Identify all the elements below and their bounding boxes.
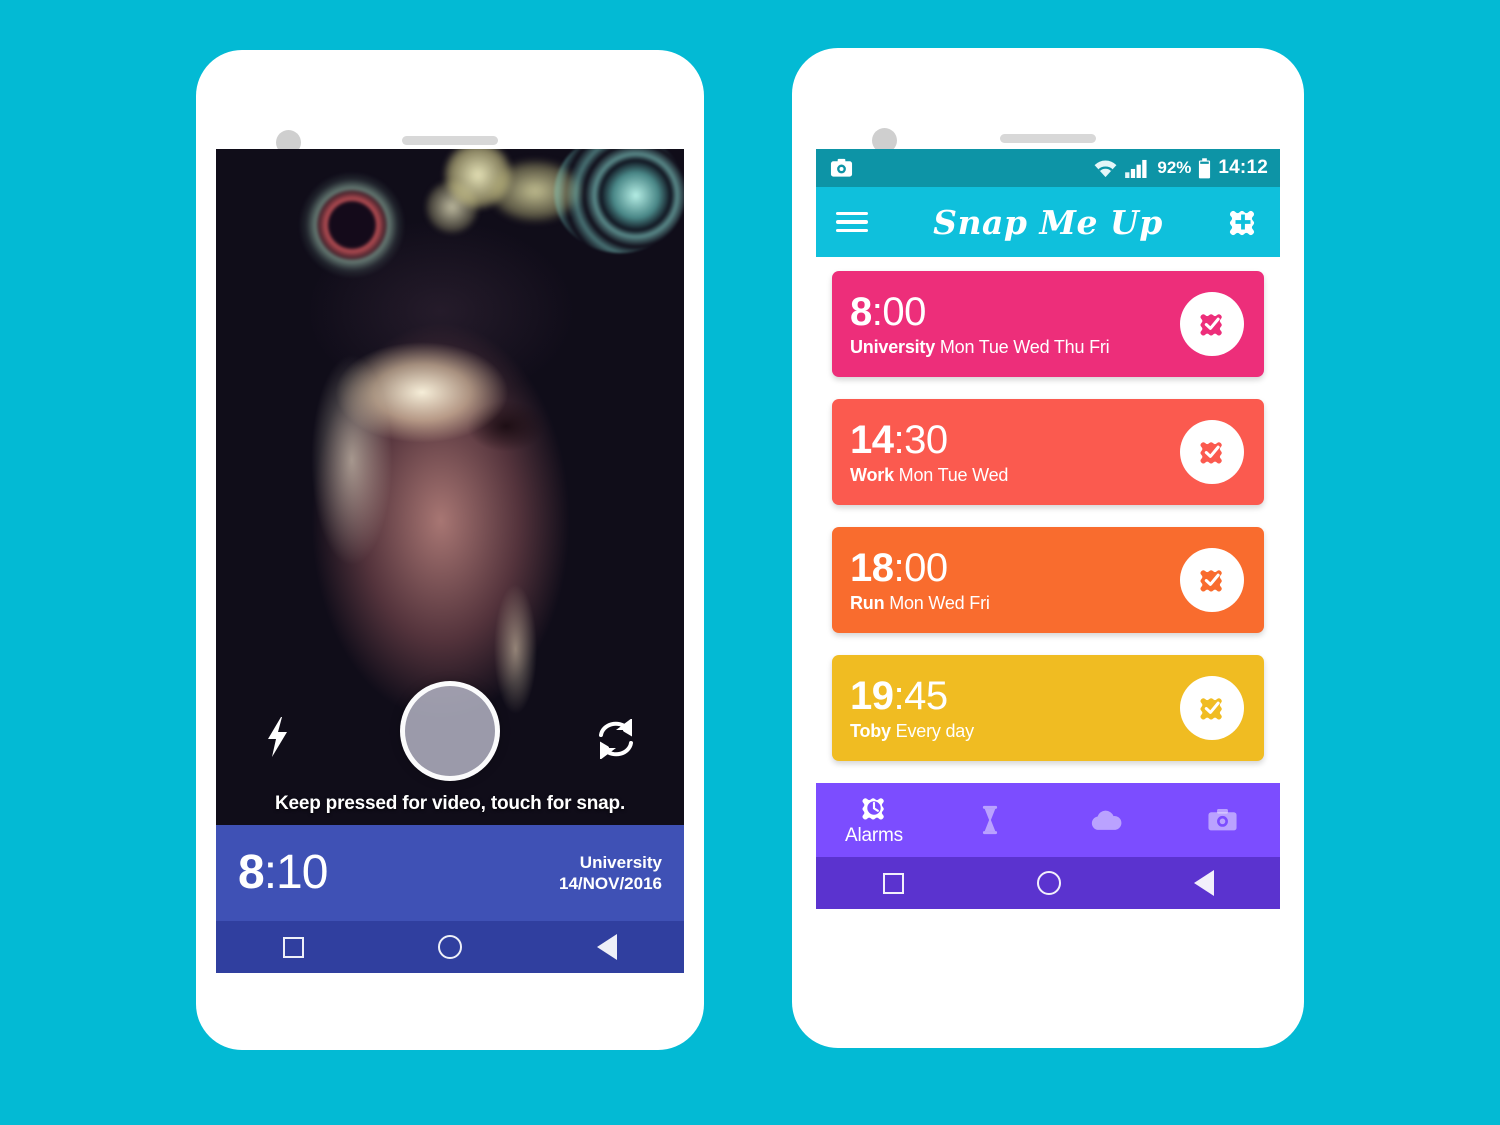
alarm-check-icon bbox=[1200, 314, 1222, 336]
home-circle-icon[interactable] bbox=[1036, 871, 1061, 895]
recents-square-icon[interactable] bbox=[283, 936, 305, 958]
flip-camera-icon[interactable] bbox=[594, 719, 638, 759]
alarm-days: Mon Wed Fri bbox=[884, 592, 990, 613]
app-title: Snap Me Up bbox=[933, 202, 1163, 242]
alarm-list: 8:00 University Mon Tue Wed Thu Fri 14:30 W… bbox=[816, 257, 1280, 761]
status-indicators: 92% 14:12 bbox=[1093, 157, 1268, 179]
tab-alarms[interactable]: Alarms bbox=[816, 793, 932, 847]
next-alarm-date: 14/NOV/2016 bbox=[558, 874, 662, 893]
alarm-toggle[interactable] bbox=[1180, 676, 1244, 740]
battery-percent-label: 92% bbox=[1157, 158, 1192, 177]
screen-left: Keep pressed for video, touch for snap. … bbox=[216, 149, 684, 973]
status-clock: 14:12 bbox=[1218, 157, 1268, 178]
alarm-separator: : bbox=[871, 289, 883, 334]
alarm-check-icon bbox=[1200, 570, 1222, 592]
alarm-minute: 00 bbox=[904, 545, 948, 590]
next-alarm-label: University bbox=[579, 852, 662, 872]
alarm-toggle[interactable] bbox=[1180, 548, 1244, 612]
tab-hourglass[interactable] bbox=[932, 805, 1048, 835]
earpiece-speaker bbox=[402, 136, 498, 145]
alarm-label: Work bbox=[850, 464, 894, 485]
camera-controls: Keep pressed for video, touch for snap. bbox=[216, 675, 684, 825]
next-alarm-time: 8:10 bbox=[238, 846, 328, 899]
home-circle-icon[interactable] bbox=[438, 935, 463, 959]
earpiece-speaker bbox=[1000, 134, 1096, 143]
phone-mockup-right: 92% 14:12 Snap Me Up 8:00 University Mon… bbox=[792, 48, 1304, 1048]
alarm-toggle[interactable] bbox=[1180, 292, 1244, 356]
alarm-days: Mon Tue Wed bbox=[893, 464, 1009, 485]
alarm-separator: : bbox=[893, 417, 905, 462]
next-alarm-minute: 10 bbox=[276, 846, 328, 899]
bokeh-light-red bbox=[298, 171, 406, 279]
next-alarm-bar: 8:10 University 14/NOV/2016 bbox=[216, 825, 684, 921]
alarm-minute: 45 bbox=[904, 673, 948, 718]
next-alarm-meta: University 14/NOV/2016 bbox=[559, 852, 662, 895]
flash-icon[interactable] bbox=[266, 717, 288, 757]
alarm-label: Run bbox=[850, 592, 885, 613]
alarm-card[interactable]: 18:00 Run Mon Wed Fri bbox=[832, 527, 1264, 633]
alarm-toggle[interactable] bbox=[1180, 420, 1244, 484]
camera-notification-icon bbox=[830, 158, 853, 178]
android-navbar-left bbox=[216, 921, 684, 973]
battery-icon bbox=[1198, 157, 1211, 179]
alarm-hour: 14 bbox=[850, 417, 894, 462]
android-status-bar: 92% 14:12 bbox=[816, 149, 1280, 187]
add-alarm-icon[interactable] bbox=[1226, 205, 1260, 239]
tab-label: Alarms bbox=[845, 825, 903, 846]
camera-hint-text: Keep pressed for video, touch for snap. bbox=[274, 793, 626, 814]
alarm-label: University bbox=[850, 336, 936, 357]
camera-icon bbox=[1207, 808, 1237, 832]
alarm-days: Every day bbox=[890, 720, 974, 741]
tab-camera[interactable] bbox=[1164, 808, 1280, 832]
alarm-separator: : bbox=[893, 545, 905, 590]
android-navbar-right bbox=[816, 857, 1280, 909]
alarm-check-icon bbox=[1200, 698, 1222, 720]
alarm-label: Toby bbox=[850, 720, 891, 741]
alarm-card[interactable]: 8:00 University Mon Tue Wed Thu Fri bbox=[832, 271, 1264, 377]
next-alarm-sep: : bbox=[263, 846, 277, 899]
alarm-minute: 00 bbox=[882, 289, 926, 334]
alarm-card[interactable]: 14:30 Work Mon Tue Wed bbox=[832, 399, 1264, 505]
alarm-days: Mon Tue Wed Thu Fri bbox=[935, 336, 1110, 357]
hamburger-menu-icon[interactable] bbox=[836, 207, 868, 238]
next-alarm-hour: 8 bbox=[238, 846, 265, 899]
phone-mockup-left: Keep pressed for video, touch for snap. … bbox=[196, 50, 704, 1050]
recents-square-icon[interactable] bbox=[882, 872, 904, 894]
alarm-hour: 8 bbox=[850, 289, 872, 334]
hourglass-icon bbox=[979, 805, 1001, 835]
camera-viewfinder[interactable]: Keep pressed for video, touch for snap. bbox=[216, 149, 684, 825]
screenshot-canvas: Keep pressed for video, touch for snap. … bbox=[0, 0, 1500, 1125]
alarm-card[interactable]: 19:45 Toby Every day bbox=[832, 655, 1264, 761]
app-bar: Snap Me Up bbox=[816, 187, 1280, 257]
bottom-tab-bar: Alarms bbox=[816, 783, 1280, 857]
alarm-separator: : bbox=[893, 673, 905, 718]
cloud-icon bbox=[1089, 808, 1123, 832]
shutter-button[interactable] bbox=[400, 681, 500, 781]
alarm-clock-icon bbox=[859, 793, 889, 823]
alarm-hour: 19 bbox=[850, 673, 894, 718]
screen-right: 92% 14:12 Snap Me Up 8:00 University Mon… bbox=[816, 149, 1280, 971]
alarm-minute: 30 bbox=[904, 417, 948, 462]
back-triangle-icon[interactable] bbox=[596, 934, 617, 960]
cellular-signal-icon bbox=[1125, 159, 1150, 178]
tab-cloud[interactable] bbox=[1048, 808, 1164, 832]
alarm-check-icon bbox=[1200, 442, 1222, 464]
back-triangle-icon[interactable] bbox=[1193, 870, 1214, 896]
alarm-hour: 18 bbox=[850, 545, 894, 590]
wifi-icon bbox=[1093, 159, 1118, 178]
